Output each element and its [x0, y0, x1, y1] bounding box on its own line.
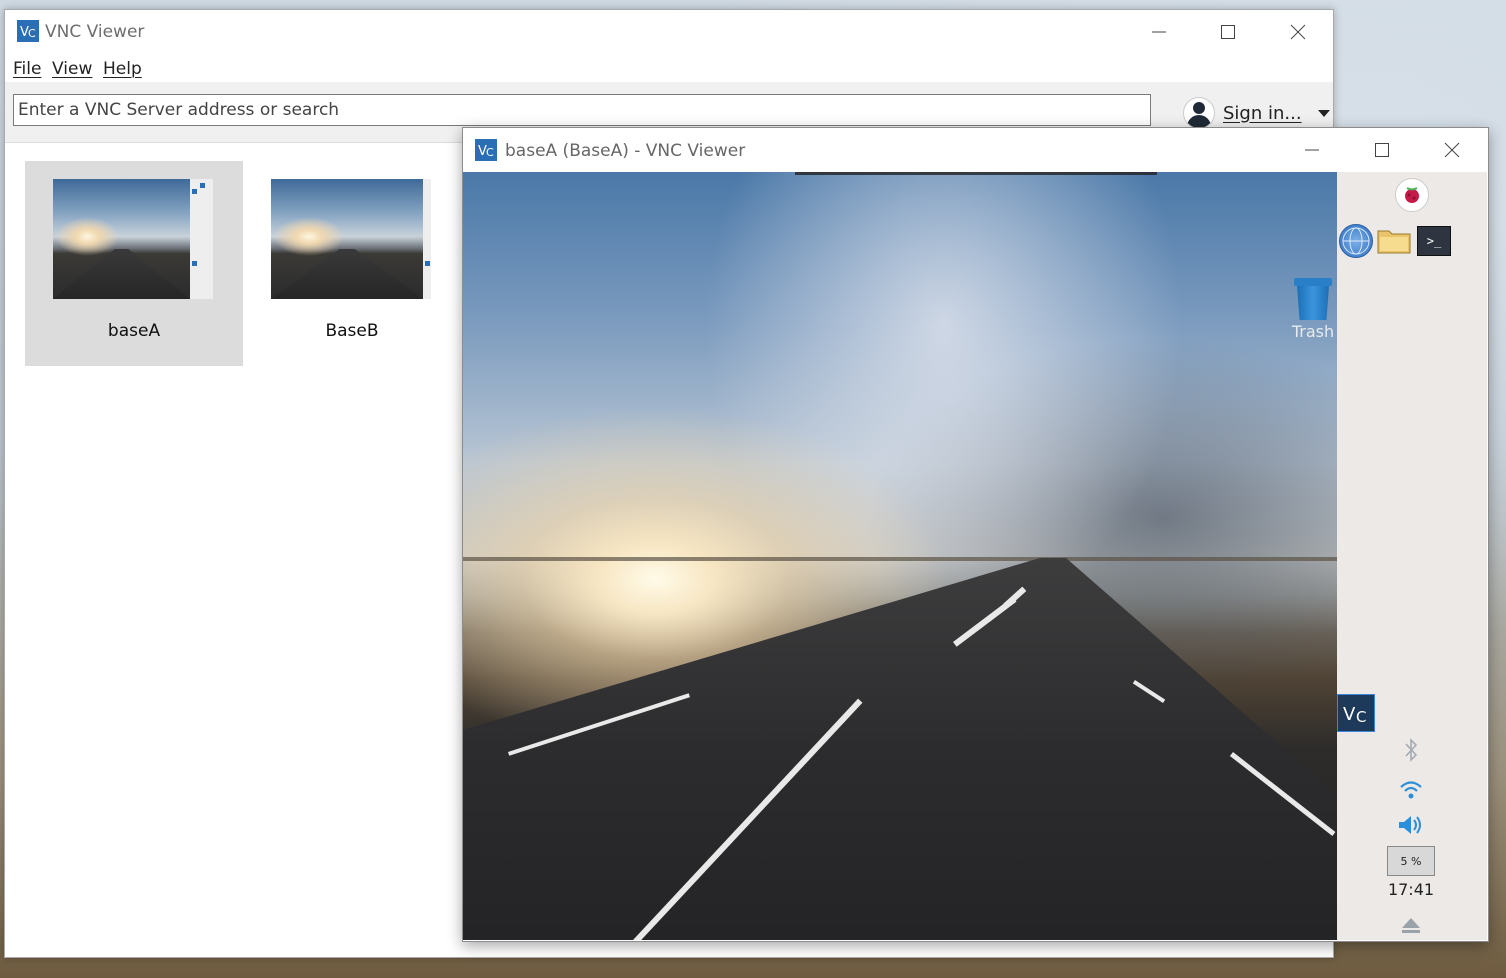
maximize-icon: [1221, 25, 1235, 39]
search-input[interactable]: [13, 94, 1151, 126]
cpu-usage-monitor: 5 %: [1387, 846, 1435, 876]
maximize-icon: [1375, 143, 1389, 157]
svg-text:C: C: [1356, 708, 1366, 726]
web-browser-icon[interactable]: [1339, 224, 1373, 258]
menu-bar: File View Help: [5, 54, 1333, 84]
maximize-button[interactable]: [1205, 16, 1251, 48]
svg-text:C: C: [28, 27, 36, 40]
connection-name: baseA: [107, 321, 161, 341]
trash-icon: [1294, 276, 1332, 320]
terminal-icon[interactable]: >_: [1417, 226, 1451, 256]
volume-icon[interactable]: [1395, 809, 1427, 841]
close-button[interactable]: [1429, 134, 1475, 166]
close-button[interactable]: [1275, 16, 1321, 48]
wifi-icon[interactable]: [1395, 774, 1427, 806]
connection-tile-basea[interactable]: baseA: [25, 161, 243, 366]
remote-desktop[interactable]: Trash: [463, 172, 1337, 940]
chevron-down-icon[interactable]: [1317, 109, 1330, 117]
trash-label: Trash: [1291, 322, 1335, 341]
vnc-server-tray-icon[interactable]: VC: [1337, 694, 1375, 732]
connection-thumbnail: [271, 179, 431, 299]
user-avatar-icon: [1183, 97, 1215, 129]
menu-file[interactable]: File: [13, 59, 41, 79]
window-title: VNC Viewer: [45, 22, 145, 42]
minimize-icon: [1305, 149, 1319, 151]
close-icon: [1290, 24, 1306, 40]
trash-desktop-icon[interactable]: Trash: [1289, 276, 1337, 341]
svg-text:V: V: [1343, 704, 1356, 725]
vnc-session-window: V C baseA (BaseA) - VNC Viewer Trash >_ …: [462, 127, 1489, 942]
session-title: baseA (BaseA) - VNC Viewer: [505, 141, 746, 161]
menu-help[interactable]: Help: [103, 59, 142, 79]
connection-tile-baseb[interactable]: BaseB: [243, 161, 461, 366]
file-manager-icon[interactable]: [1377, 226, 1411, 254]
maximize-button[interactable]: [1359, 134, 1405, 166]
vnc-logo-icon: V C: [17, 20, 39, 42]
eject-icon[interactable]: [1395, 910, 1427, 942]
remote-toolbar-handle[interactable]: [795, 172, 1157, 175]
raspberry-pi-menu-icon[interactable]: [1395, 178, 1429, 212]
minimize-icon: [1152, 31, 1166, 33]
menu-view[interactable]: View: [52, 59, 92, 79]
bluetooth-icon[interactable]: [1395, 734, 1427, 766]
clock[interactable]: 17:41: [1381, 880, 1441, 899]
road-wallpaper: [463, 558, 1337, 940]
minimize-button[interactable]: [1136, 16, 1182, 48]
sign-in-button[interactable]: Sign in...: [1183, 96, 1330, 130]
connection-name: BaseB: [325, 321, 379, 341]
svg-text:C: C: [486, 146, 494, 159]
minimize-button[interactable]: [1289, 134, 1335, 166]
title-bar: V C VNC Viewer: [5, 10, 1333, 54]
close-icon: [1444, 142, 1460, 158]
remote-taskbar: >_ VC 5 % 17:41: [1337, 172, 1487, 940]
vnc-logo-icon: V C: [475, 139, 497, 161]
connection-thumbnail: [53, 179, 213, 299]
sign-in-label: Sign in...: [1223, 102, 1302, 124]
